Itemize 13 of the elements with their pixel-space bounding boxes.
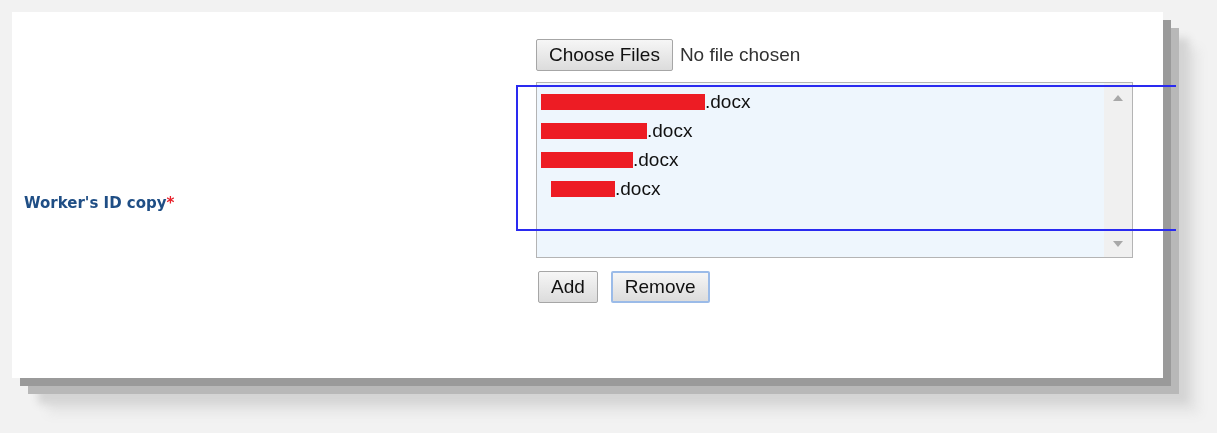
file-name[interactable]: .docx xyxy=(705,90,751,113)
scroll-up-icon[interactable] xyxy=(1113,95,1123,101)
file-list[interactable]: .docx .docx .docx .docx xyxy=(536,82,1133,258)
file-status-text: No file chosen xyxy=(679,44,801,66)
scrollbar[interactable] xyxy=(1104,83,1132,257)
field-label: Worker's ID copy* xyxy=(24,193,175,212)
file-name[interactable]: .docx xyxy=(647,119,693,142)
file-name[interactable]: .docx xyxy=(615,177,661,200)
file-name[interactable]: .docx xyxy=(633,148,679,171)
scroll-down-icon[interactable] xyxy=(1113,241,1123,247)
action-button[interactable]: Add xyxy=(538,271,598,303)
action-button[interactable]: Remove xyxy=(610,271,710,303)
choose-files-button[interactable]: Choose Files xyxy=(536,39,673,71)
